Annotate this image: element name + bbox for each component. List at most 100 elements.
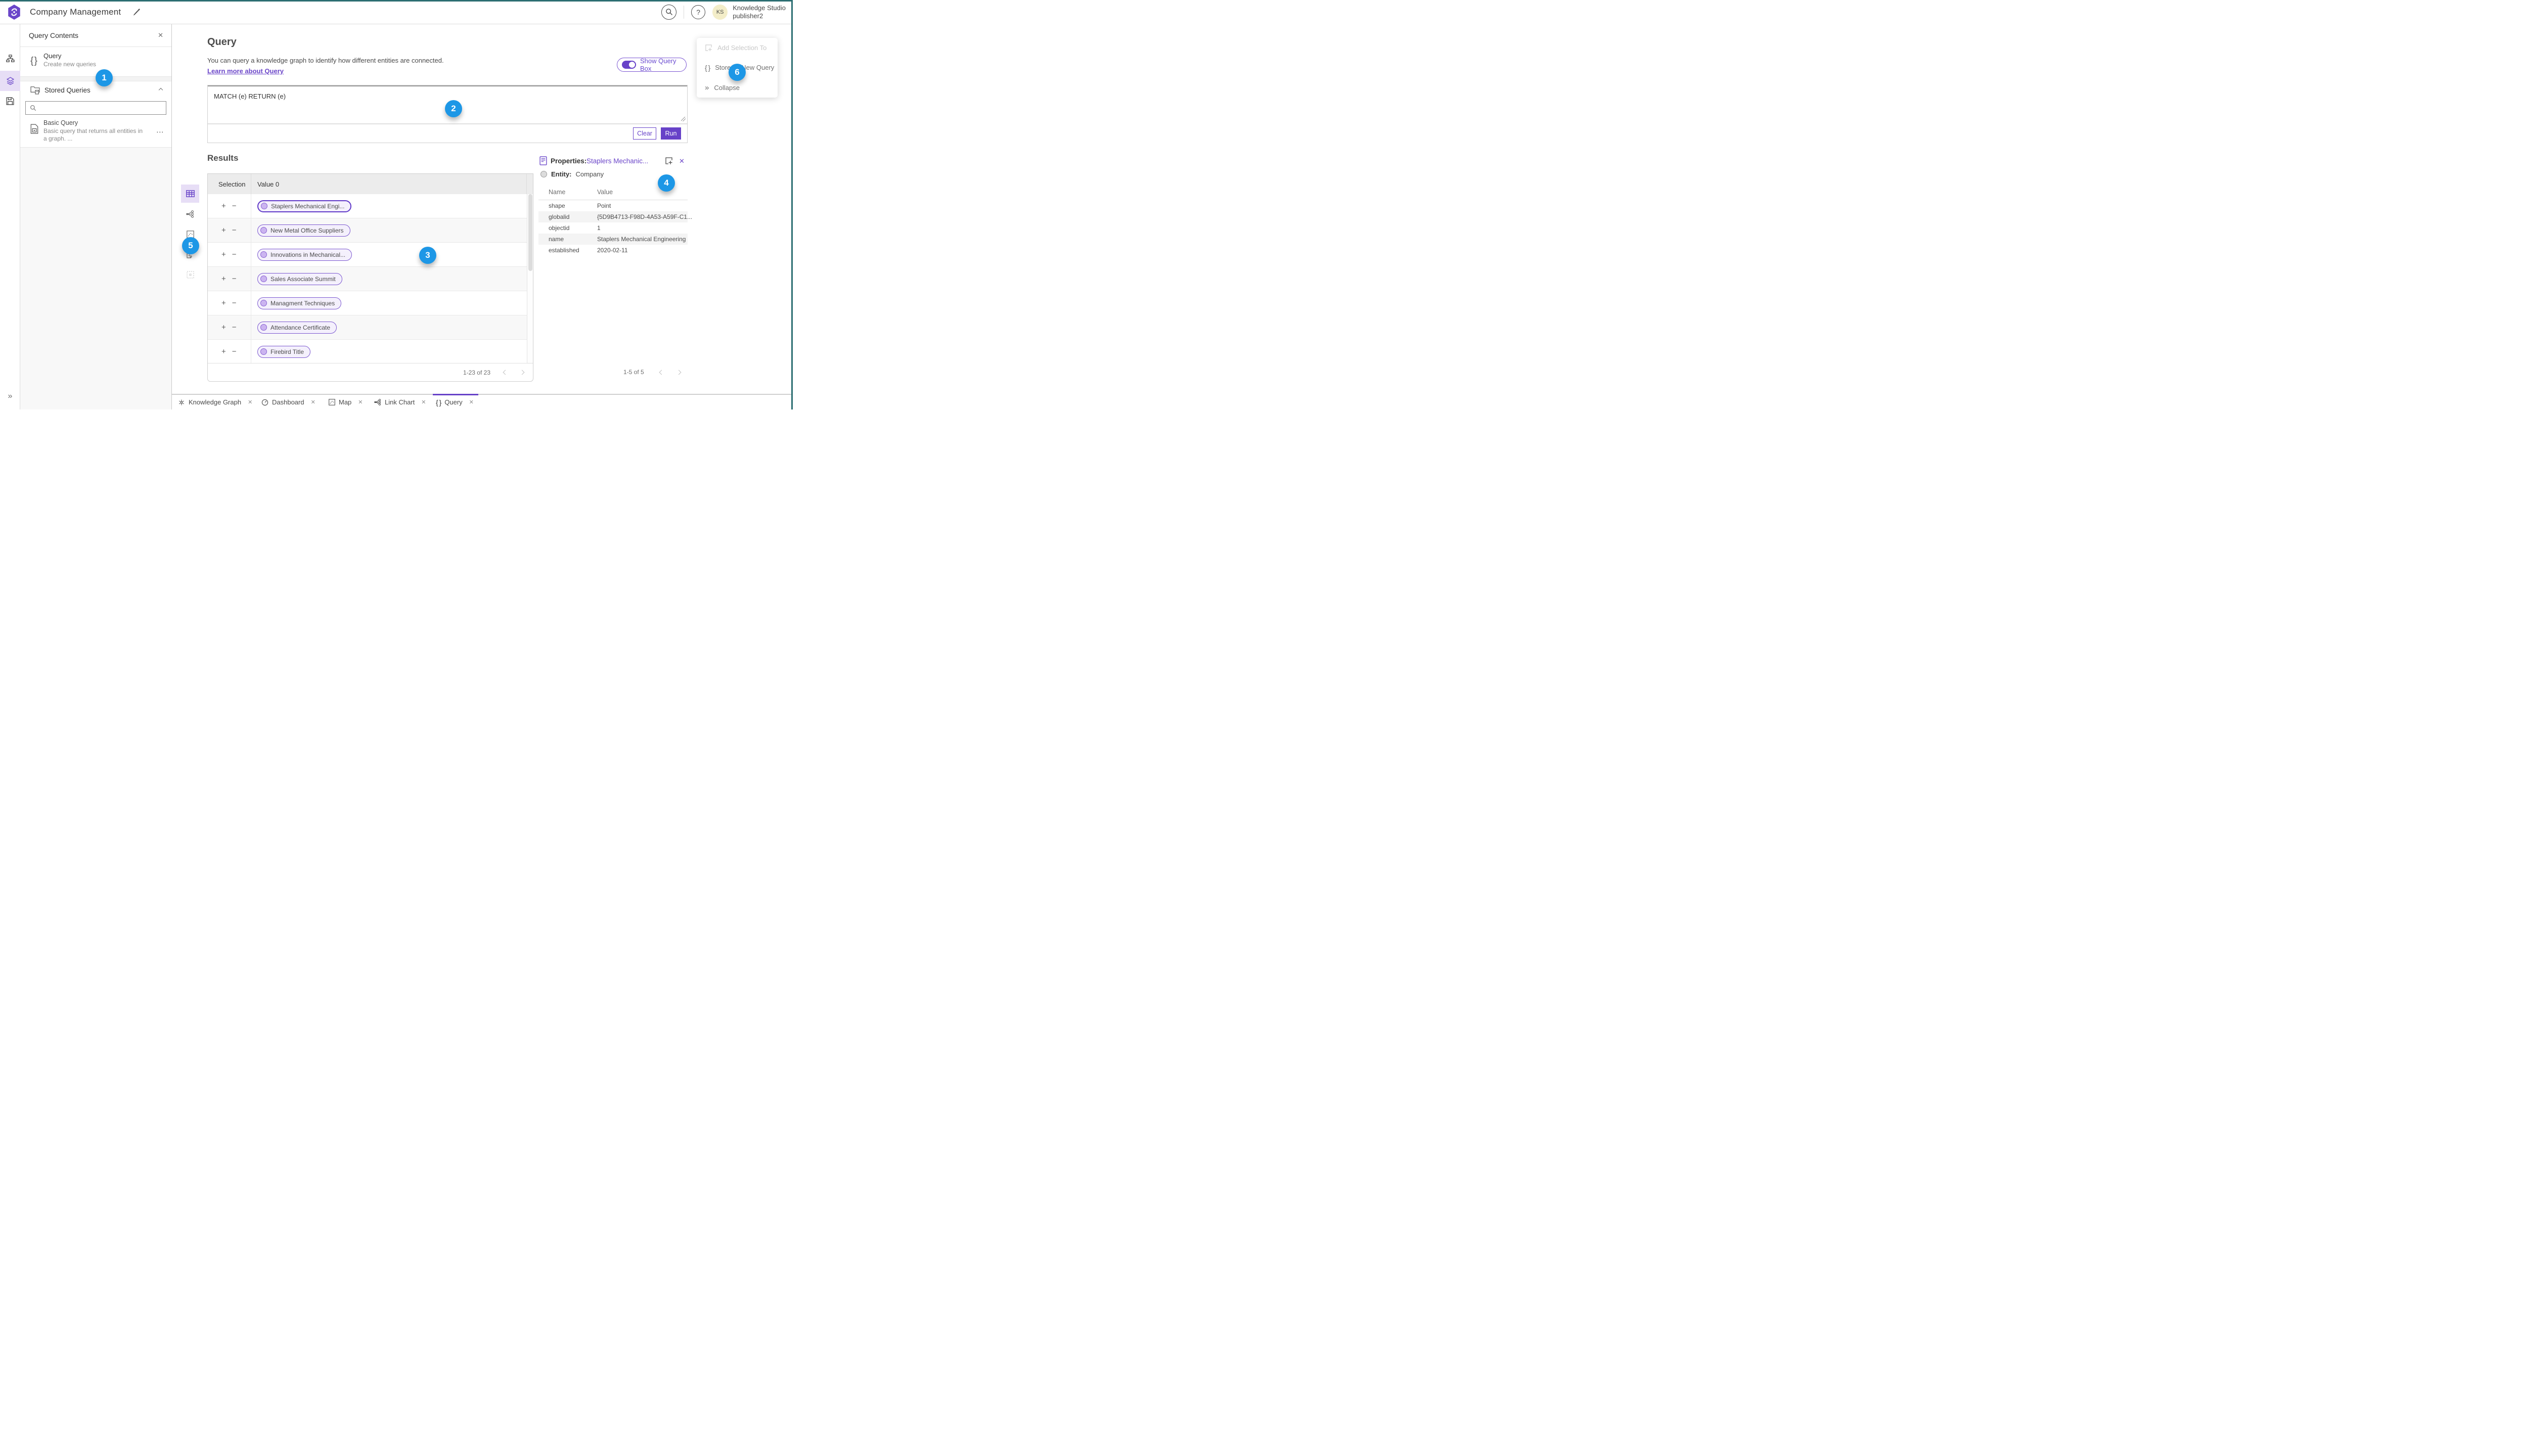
sidebar-item-query[interactable]: { } Query Create new queries [20,47,171,77]
stored-queries-header[interactable]: Stored Queries [20,81,171,100]
select-add-button[interactable]: + [221,202,226,210]
properties-header: Properties: Staplers Mechanic... ✕ [539,156,688,167]
results-table-header: Selection Value 0 [208,174,533,194]
next-page-icon[interactable] [519,370,525,375]
help-button[interactable]: ? [691,5,706,19]
select-add-button[interactable]: + [221,323,226,332]
stored-queries-label: Stored Queries [44,86,91,94]
rail-expand-button[interactable]: » [0,386,20,406]
search-input[interactable] [39,103,166,113]
close-tab-icon[interactable]: ✕ [311,399,315,405]
results-title: Results [207,153,239,163]
tab-link-chart[interactable]: Link Chart ✕ [374,395,426,410]
select-remove-button[interactable]: − [232,299,237,307]
select-add-button[interactable]: + [221,226,226,235]
learn-more-link[interactable]: Learn more about Query [207,67,284,75]
select-remove-button[interactable]: − [232,275,237,283]
select-add-button[interactable]: + [221,347,226,356]
column-name: Name [549,189,566,196]
rail-save-button[interactable] [0,91,20,111]
entity-dot-icon [260,251,267,258]
map-icon [329,399,335,405]
rail-contents-button[interactable] [0,71,20,91]
entity-type-value: Company [575,170,604,178]
entity-pill[interactable]: Staplers Mechanical Engi... [257,200,352,212]
table-view-button[interactable] [181,185,199,203]
stored-query-search[interactable] [25,101,166,115]
menu-item-add-selection-to: Add Selection To [697,38,778,58]
page-description: You can query a knowledge graph to ident… [207,57,444,64]
braces-icon: { } [30,56,37,66]
link-chart-view-button[interactable] [181,205,199,223]
panel-close-icon[interactable]: ✕ [158,31,163,39]
show-query-box-toggle[interactable]: Show Query Box [617,57,687,72]
select-remove-button[interactable]: − [232,250,237,259]
tab-knowledge-graph[interactable]: Knowledge Graph ✕ [178,395,252,410]
next-page-icon[interactable] [676,370,682,375]
select-remove-button[interactable]: − [232,347,237,356]
collapse-icon: » [705,83,709,92]
panel-header: Query Contents ✕ [20,24,171,47]
stored-queries-folder-icon [30,85,40,95]
prev-page-icon[interactable] [659,370,664,375]
select-remove-button[interactable]: − [232,323,237,332]
user-menu[interactable]: Knowledge Studio publisher2 [733,4,786,20]
select-remove-button[interactable]: − [232,202,237,210]
results-view-toolbar [181,185,199,286]
properties-pagination: 1-5 of 5 [538,368,688,378]
close-tab-icon[interactable]: ✕ [421,399,426,405]
entity-label: Entity: [551,170,572,178]
entity-pill[interactable]: New Metal Office Suppliers [257,224,350,237]
scrollbar-thumb[interactable] [528,194,532,271]
close-tab-icon[interactable]: ✕ [358,399,363,405]
entity-pill[interactable]: Managment Techniques [257,297,342,309]
user-role: publisher2 [733,12,763,20]
entity-pill[interactable]: Attendance Certificate [257,321,337,334]
braces-icon: { } [436,398,441,406]
select-add-button[interactable]: + [221,250,226,259]
entity-pill[interactable]: Firebird Title [257,345,311,358]
callout-badge-4: 4 [658,174,675,192]
stored-query-item[interactable]: Basic Query Basic query that returns all… [20,118,171,148]
tab-dashboard[interactable]: Dashboard ✕ [261,395,315,410]
entity-dot-icon [260,227,267,234]
properties-entity-link[interactable]: Staplers Mechanic... [586,157,648,165]
page-title: Query [207,36,237,48]
properties-close-icon[interactable]: ✕ [679,157,685,165]
user-name: Knowledge Studio [733,4,786,12]
close-tab-icon[interactable]: ✕ [469,399,474,405]
close-tab-icon[interactable]: ✕ [248,399,252,405]
entity-pill[interactable]: Sales Associate Summit [257,272,342,285]
avatar[interactable]: KS [712,4,728,20]
query-contents-panel: Query Contents ✕ { } Query Create new qu… [20,24,172,410]
table-scrollbar[interactable] [527,194,533,363]
column-selection: Selection [208,174,251,194]
resize-handle-icon[interactable] [681,117,686,121]
tab-query[interactable]: { } Query ✕ [436,395,474,410]
query-box-footer: Clear Run [208,124,687,143]
table-row: + − New Metal Office Suppliers [208,218,533,243]
item-options-icon[interactable]: ⋯ [156,127,164,136]
callout-badge-5: 5 [182,237,199,254]
table-row: + − Managment Techniques [208,291,533,315]
select-remove-button[interactable]: − [232,226,237,235]
view-tab-bar: Knowledge Graph ✕ Dashboard ✕ Map ✕ Link… [172,394,793,410]
select-add-button[interactable]: + [221,299,226,307]
add-selection-icon[interactable] [665,157,673,165]
search-button[interactable] [661,4,677,20]
edit-title-icon[interactable] [133,8,141,16]
rail-data-model-button[interactable] [0,49,20,69]
tab-map[interactable]: Map ✕ [329,395,363,410]
collapse-section-icon[interactable] [158,87,163,93]
app-logo-icon[interactable] [8,4,21,20]
entity-pill[interactable]: Innovations in Mechanical... [257,248,352,261]
table-row: + − Sales Associate Summit [208,267,533,291]
prev-page-icon[interactable] [503,370,508,375]
disabled-view-icon [186,270,194,279]
clear-button[interactable]: Clear [633,127,656,140]
run-button[interactable]: Run [661,127,681,140]
properties-doc-icon [539,156,547,165]
select-add-button[interactable]: + [221,275,226,283]
panel-empty-area [20,147,171,410]
table-row: + − Staplers Mechanical Engi... [208,194,533,218]
